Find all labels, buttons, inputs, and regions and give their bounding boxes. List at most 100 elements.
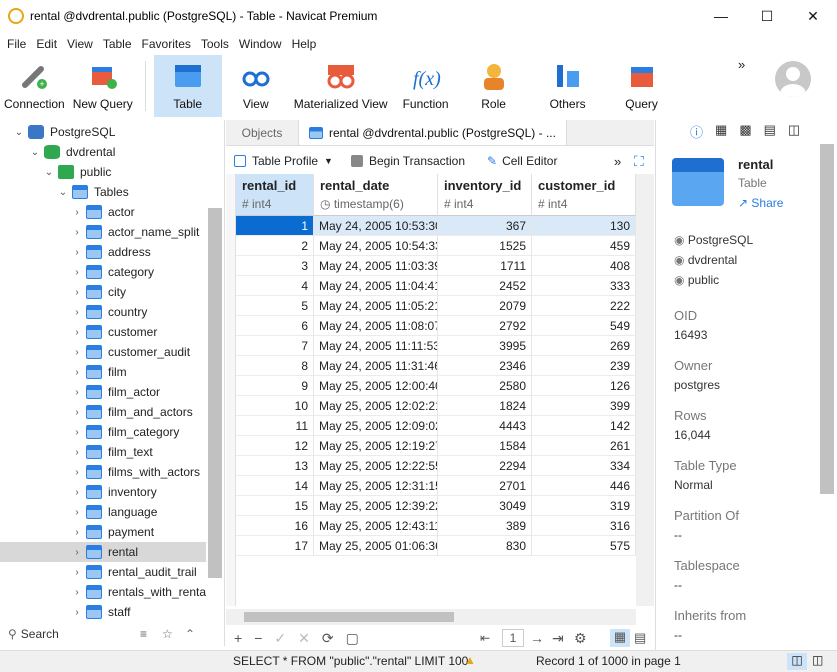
table-row[interactable]: 6 May 24, 2005 11:08:07 2792 549: [226, 316, 636, 336]
ddl-icon[interactable]: ▦: [715, 122, 727, 141]
table-cell[interactable]: 17: [236, 536, 314, 556]
next-page-icon[interactable]: →: [530, 630, 544, 646]
search-input[interactable]: Search: [21, 627, 59, 641]
tree-table-item[interactable]: › film_text: [72, 442, 206, 462]
table-cell[interactable]: May 25, 2005 12:22:55: [314, 456, 438, 476]
table-cell[interactable]: 367: [438, 216, 532, 236]
tree-table-item[interactable]: › category: [72, 262, 206, 282]
table-cell[interactable]: 1711: [438, 256, 532, 276]
tree-table-item[interactable]: › rental_audit_trail: [72, 562, 206, 582]
tree-table-item[interactable]: › staff: [72, 602, 206, 622]
new-query-button[interactable]: New Query: [69, 55, 137, 117]
tree-table-item[interactable]: › actor_name_split: [72, 222, 206, 242]
others-button[interactable]: Others: [528, 55, 608, 117]
menu-view[interactable]: View: [62, 37, 98, 51]
info-icon[interactable]: ⓘ: [690, 122, 703, 141]
column-header[interactable]: rental_date ◷ timestamp(6): [314, 174, 438, 216]
tree-scrollbar[interactable]: [208, 208, 222, 578]
table-row[interactable]: 15 May 25, 2005 12:39:22 3049 319: [226, 496, 636, 516]
table-cell[interactable]: 316: [532, 516, 636, 536]
table-cell[interactable]: 11: [236, 416, 314, 436]
table-cell[interactable]: May 25, 2005 12:39:22: [314, 496, 438, 516]
form-view-icon[interactable]: ▤: [634, 630, 646, 646]
table-row[interactable]: 11 May 25, 2005 12:09:02 4443 142: [226, 416, 636, 436]
tree-table-item[interactable]: › films_with_actors: [72, 462, 206, 482]
scroll-thumb[interactable]: [244, 612, 454, 622]
table-cell[interactable]: 2452: [438, 276, 532, 296]
table-cell[interactable]: May 24, 2005 10:54:33: [314, 236, 438, 256]
table-cell[interactable]: May 25, 2005 01:06:36: [314, 536, 438, 556]
layout-right-icon[interactable]: ◫: [812, 653, 823, 667]
table-row[interactable]: 17 May 25, 2005 01:06:36 830 575: [226, 536, 636, 556]
begin-transaction-button[interactable]: Begin Transaction: [350, 154, 465, 168]
table-cell[interactable]: 6: [236, 316, 314, 336]
filter-icon[interactable]: ≡: [140, 627, 147, 641]
add-record-icon[interactable]: +: [234, 630, 242, 646]
table-cell[interactable]: 2294: [438, 456, 532, 476]
tree-table-item[interactable]: › film_actor: [72, 382, 206, 402]
table-row[interactable]: 1 May 24, 2005 10:53:30 367 130: [226, 216, 636, 236]
subtool-overflow-icon[interactable]: »: [614, 154, 621, 169]
tree-table-item[interactable]: › language: [72, 502, 206, 522]
table-cell[interactable]: May 24, 2005 11:08:07: [314, 316, 438, 336]
tree-database[interactable]: ⌄ dvdrental: [30, 142, 115, 162]
table-cell[interactable]: 2079: [438, 296, 532, 316]
star-icon[interactable]: ☆: [162, 627, 173, 641]
table-cell[interactable]: May 25, 2005 12:09:02: [314, 416, 438, 436]
menu-favorites[interactable]: Favorites: [137, 37, 196, 51]
table-cell[interactable]: 142: [532, 416, 636, 436]
page-number-input[interactable]: 1: [502, 629, 524, 647]
user-avatar[interactable]: [775, 61, 811, 97]
tree-table-item[interactable]: › customer_audit: [72, 342, 206, 362]
materialized-view-button[interactable]: Materialized View: [290, 55, 392, 117]
close-button[interactable]: ✕: [790, 0, 836, 32]
tree-table-item[interactable]: › city: [72, 282, 206, 302]
table-cell[interactable]: 16: [236, 516, 314, 536]
table-row[interactable]: 3 May 24, 2005 11:03:39 1711 408: [226, 256, 636, 276]
table-cell[interactable]: May 25, 2005 12:31:15: [314, 476, 438, 496]
tree-table-item[interactable]: › film: [72, 362, 206, 382]
table-cell[interactable]: 12: [236, 436, 314, 456]
table-cell[interactable]: 399: [532, 396, 636, 416]
table-row[interactable]: 8 May 24, 2005 11:31:46 2346 239: [226, 356, 636, 376]
table-cell[interactable]: 1584: [438, 436, 532, 456]
layout-left-icon[interactable]: ◫: [787, 653, 807, 670]
table-cell[interactable]: 333: [532, 276, 636, 296]
cell-editor-button[interactable]: ✎ Cell Editor: [487, 154, 557, 168]
table-cell[interactable]: May 25, 2005 12:02:21: [314, 396, 438, 416]
table-cell[interactable]: 3049: [438, 496, 532, 516]
table-row[interactable]: 10 May 25, 2005 12:02:21 1824 399: [226, 396, 636, 416]
table-cell[interactable]: 334: [532, 456, 636, 476]
table-cell[interactable]: 2701: [438, 476, 532, 496]
grid-vertical-scrollbar[interactable]: [636, 174, 654, 606]
diagram-icon[interactable]: ▩: [739, 122, 751, 141]
tree-table-item[interactable]: › film_and_actors: [72, 402, 206, 422]
column-header[interactable]: customer_id # int4: [532, 174, 636, 216]
table-cell[interactable]: May 25, 2005 12:00:40: [314, 376, 438, 396]
column-header[interactable]: rental_id # int4: [236, 174, 314, 216]
table-cell[interactable]: 4443: [438, 416, 532, 436]
settings-icon[interactable]: ⚙: [574, 630, 587, 647]
query-button[interactable]: Query: [608, 55, 676, 117]
table-cell[interactable]: 15: [236, 496, 314, 516]
connection-button[interactable]: + Connection: [0, 55, 69, 117]
table-cell[interactable]: 459: [532, 236, 636, 256]
maximize-button[interactable]: ☐: [744, 0, 790, 32]
last-page-icon[interactable]: ⇥: [552, 630, 564, 647]
table-cell[interactable]: 3995: [438, 336, 532, 356]
grid-horizontal-scrollbar[interactable]: [226, 609, 636, 625]
info-scrollbar[interactable]: [820, 144, 834, 494]
stop-icon[interactable]: ▢: [346, 630, 359, 647]
table-row[interactable]: 5 May 24, 2005 11:05:21 2079 222: [226, 296, 636, 316]
table-cell[interactable]: 2580: [438, 376, 532, 396]
table-profile-dropdown[interactable]: Table Profile ▼: [234, 154, 333, 168]
share-link[interactable]: ↗ Share: [738, 196, 783, 210]
table-cell[interactable]: 4: [236, 276, 314, 296]
table-cell[interactable]: 13: [236, 456, 314, 476]
tree-table-item[interactable]: › payment: [72, 522, 206, 542]
table-cell[interactable]: 2346: [438, 356, 532, 376]
table-row[interactable]: 2 May 24, 2005 10:54:33 1525 459: [226, 236, 636, 256]
role-button[interactable]: Role: [460, 55, 528, 117]
table-cell[interactable]: 130: [532, 216, 636, 236]
menu-help[interactable]: Help: [287, 37, 322, 51]
